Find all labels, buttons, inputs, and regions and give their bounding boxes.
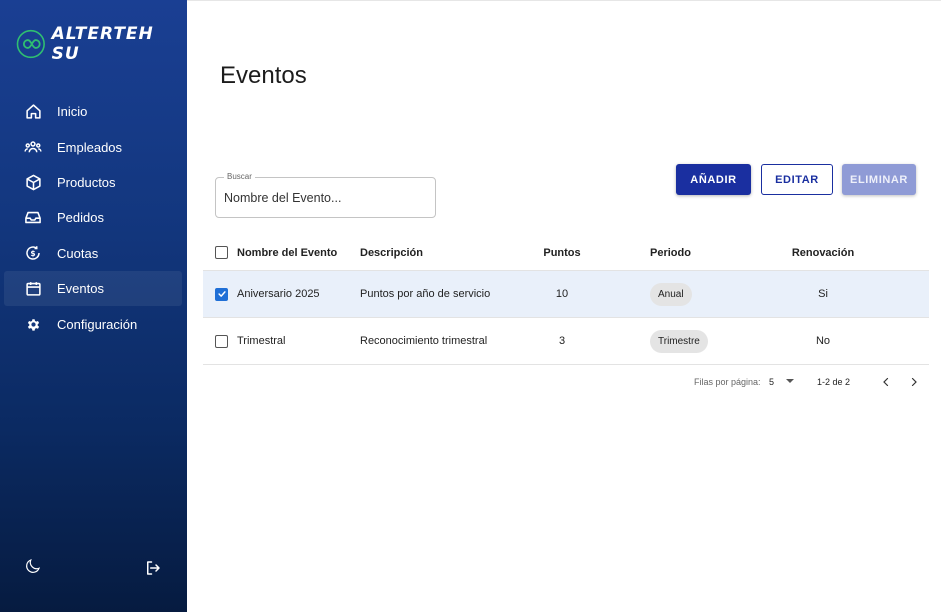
sidebar-item-empleados[interactable]: Empleados: [4, 129, 182, 164]
search-legend: Buscar: [224, 172, 255, 182]
row-checkbox[interactable]: [215, 334, 228, 348]
main-content: Eventos Buscar AÑADIR EDITAR ELIMINAR No…: [187, 0, 941, 612]
table-row[interactable]: Aniversario 2025 Puntos por año de servi…: [203, 271, 929, 318]
sidebar-item-configuracion[interactable]: Configuración: [4, 306, 182, 341]
sidebar-item-label: Productos: [57, 174, 116, 190]
column-header-renewal[interactable]: Renovación: [775, 235, 871, 270]
inbox-icon: [24, 209, 42, 227]
period-chip: Anual: [650, 282, 692, 306]
quota-icon: $: [24, 244, 42, 262]
pagination: Filas por página: 5 1-2 de 2: [203, 366, 929, 398]
pagination-range: 1-2 de 2: [817, 377, 851, 387]
cell-description: Reconocimiento trimestral: [360, 335, 488, 347]
sidebar-item-label: Pedidos: [57, 210, 104, 226]
search-field[interactable]: Buscar: [215, 172, 436, 218]
sidebar-item-eventos[interactable]: Eventos: [4, 270, 182, 307]
sidebar: ALTERTEH SU Inicio Empleados Productos P…: [0, 0, 187, 612]
brand-name: ALTERTEH SU: [51, 24, 154, 64]
cell-name: Trimestral: [237, 335, 286, 347]
cell-description: Puntos por año de servicio: [360, 288, 491, 300]
sidebar-item-label: Inicio: [57, 104, 88, 120]
table-header-row: Nombre del Evento Descripción Puntos Per…: [203, 235, 929, 271]
svg-text:$: $: [30, 249, 35, 258]
period-chip: Trimestre: [650, 329, 708, 353]
column-header-description[interactable]: Descripción: [360, 235, 423, 270]
logout-icon[interactable]: [144, 559, 162, 577]
events-table: Nombre del Evento Descripción Puntos Per…: [203, 235, 929, 365]
chevron-left-icon[interactable]: [880, 376, 892, 388]
rows-per-page-select[interactable]: 5: [769, 377, 774, 387]
caret-down-icon[interactable]: [786, 379, 794, 383]
sidebar-item-inicio[interactable]: Inicio: [4, 94, 182, 129]
check-icon: [217, 291, 226, 297]
people-icon: [24, 138, 42, 156]
cell-renewal: No: [815, 335, 831, 347]
calendar-icon: [24, 280, 42, 298]
column-header-points[interactable]: Puntos: [533, 235, 591, 270]
edit-button[interactable]: EDITAR: [761, 164, 833, 195]
sidebar-item-label: Empleados: [57, 139, 123, 155]
column-header-period[interactable]: Periodo: [650, 235, 691, 270]
table-row[interactable]: Trimestral Reconocimiento trimestral 3 T…: [203, 318, 929, 365]
moon-icon[interactable]: [24, 557, 42, 575]
sidebar-item-pedidos[interactable]: Pedidos: [4, 200, 182, 235]
add-button[interactable]: AÑADIR: [676, 164, 751, 195]
sidebar-item-label: Cuotas: [57, 245, 99, 261]
delete-button[interactable]: ELIMINAR: [842, 164, 916, 195]
cell-renewal: Si: [818, 288, 828, 300]
sidebar-item-label: Configuración: [57, 316, 138, 332]
infinity-logo-icon: [16, 29, 45, 59]
cell-points: 10: [555, 288, 569, 300]
brand[interactable]: ALTERTEH SU: [16, 24, 187, 64]
cell-points: 3: [558, 335, 566, 347]
home-icon: [24, 103, 42, 121]
cell-name: Aniversario 2025: [237, 288, 320, 300]
search-input[interactable]: [224, 188, 424, 208]
row-checkbox[interactable]: [215, 287, 228, 301]
select-all-checkbox[interactable]: [215, 246, 228, 259]
column-header-name[interactable]: Nombre del Evento: [237, 235, 337, 270]
gear-icon: [24, 315, 42, 333]
sidebar-item-label: Eventos: [57, 281, 104, 297]
sidebar-item-cuotas[interactable]: $ Cuotas: [4, 236, 182, 271]
chevron-right-icon[interactable]: [908, 376, 920, 388]
rows-per-page-label: Filas por página:: [694, 377, 761, 387]
sidebar-item-productos[interactable]: Productos: [4, 165, 182, 200]
page-title: Eventos: [220, 62, 307, 89]
box-icon: [24, 173, 42, 191]
sidebar-nav: Inicio Empleados Productos Pedidos $ Cuo…: [4, 94, 182, 342]
